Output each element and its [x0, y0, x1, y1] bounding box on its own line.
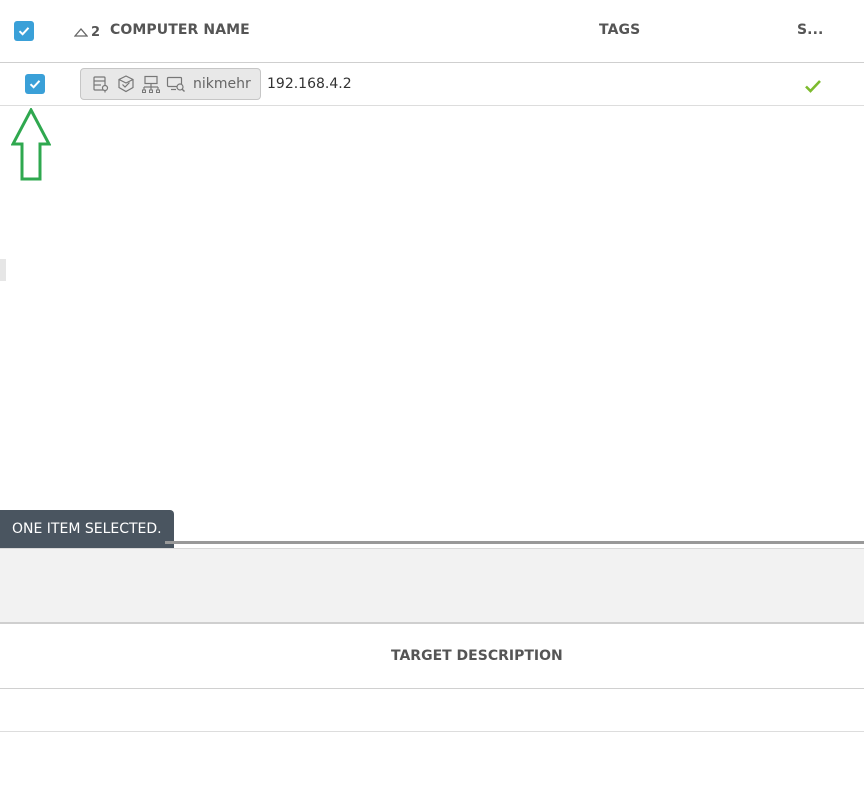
column-header-computer-name[interactable]: COMPUTER NAME: [110, 22, 250, 38]
grid-header: 2 COMPUTER NAME TAGS S...: [0, 0, 864, 63]
computer-name-label: nikmehr: [193, 76, 251, 92]
target-table-header: TARGET DESCRIPTION: [0, 626, 864, 689]
details-panel: [0, 548, 864, 624]
sort-indicator[interactable]: 2: [74, 23, 100, 41]
row-checkbox[interactable]: [25, 74, 45, 94]
page: 2 COMPUTER NAME TAGS S... nikmehr 192.16…: [0, 0, 864, 807]
selection-message: ONE ITEM SELECTED.: [12, 521, 162, 537]
checkmark-icon: [805, 80, 821, 93]
sort-order-number: 2: [91, 24, 101, 40]
annotation-arrow-icon: [11, 108, 51, 181]
server-location-icon[interactable]: [91, 74, 111, 94]
column-header-target-description[interactable]: TARGET DESCRIPTION: [391, 648, 563, 664]
panel-divider[interactable]: [165, 541, 864, 544]
ip-address: 192.168.4.2: [267, 76, 352, 92]
select-all-checkbox[interactable]: [14, 21, 34, 41]
sort-ascending-icon: [74, 28, 88, 37]
table-row[interactable]: [0, 689, 864, 732]
computer-name-chip[interactable]: nikmehr: [80, 68, 261, 100]
selection-status-toast: ONE ITEM SELECTED.: [0, 510, 174, 548]
panel-resize-handle[interactable]: [0, 259, 6, 281]
network-icon[interactable]: [141, 74, 161, 94]
column-header-status[interactable]: S...: [797, 22, 823, 38]
check-icon: [18, 27, 30, 36]
check-icon: [29, 80, 41, 89]
package-check-icon[interactable]: [116, 74, 136, 94]
table-row[interactable]: nikmehr 192.168.4.2: [0, 63, 864, 106]
remote-search-icon[interactable]: [166, 74, 186, 94]
column-header-tags[interactable]: TAGS: [599, 22, 640, 38]
